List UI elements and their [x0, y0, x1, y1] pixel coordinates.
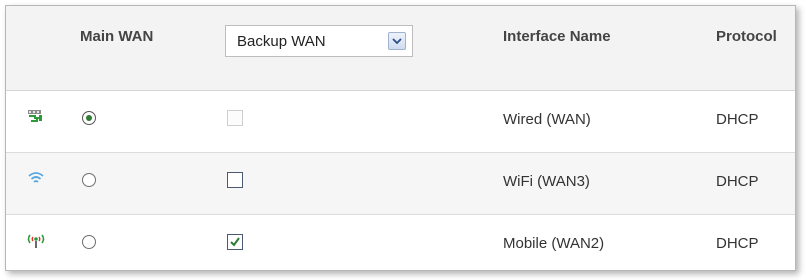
wan-table: Main WAN Backup WAN Interface Name Proto… [5, 5, 796, 271]
main-wan-radio[interactable] [82, 111, 96, 125]
table-row: WiFi (WAN3) DHCP [6, 153, 795, 215]
main-wan-radio[interactable] [82, 235, 96, 249]
protocol-header: Protocol [716, 28, 777, 45]
mobile-antenna-icon [26, 232, 46, 250]
interface-name: WiFi (WAN3) [503, 173, 590, 190]
ethernet-port-icon [26, 108, 46, 126]
wifi-signal-icon [26, 170, 46, 188]
table-row: Wired (WAN) DHCP [6, 91, 795, 153]
checkmark-icon [230, 237, 240, 247]
backup-wan-checkbox[interactable] [227, 234, 243, 250]
interface-name: Mobile (WAN2) [503, 235, 605, 252]
protocol-value: DHCP [716, 173, 759, 190]
backup-wan-select[interactable]: Backup WAN [225, 25, 413, 57]
backup-wan-checkbox[interactable] [227, 172, 243, 188]
backup-wan-select-value: Backup WAN [237, 33, 326, 50]
chevron-down-icon[interactable] [388, 32, 406, 50]
interface-name: Wired (WAN) [503, 111, 591, 128]
protocol-value: DHCP [716, 235, 759, 252]
backup-wan-checkbox[interactable] [227, 110, 243, 126]
protocol-value: DHCP [716, 111, 759, 128]
table-row: Mobile (WAN2) DHCP [6, 215, 795, 270]
interface-name-header: Interface Name [503, 28, 611, 45]
main-wan-header: Main WAN [80, 28, 154, 45]
table-header: Main WAN Backup WAN Interface Name Proto… [6, 6, 795, 91]
main-wan-radio[interactable] [82, 173, 96, 187]
